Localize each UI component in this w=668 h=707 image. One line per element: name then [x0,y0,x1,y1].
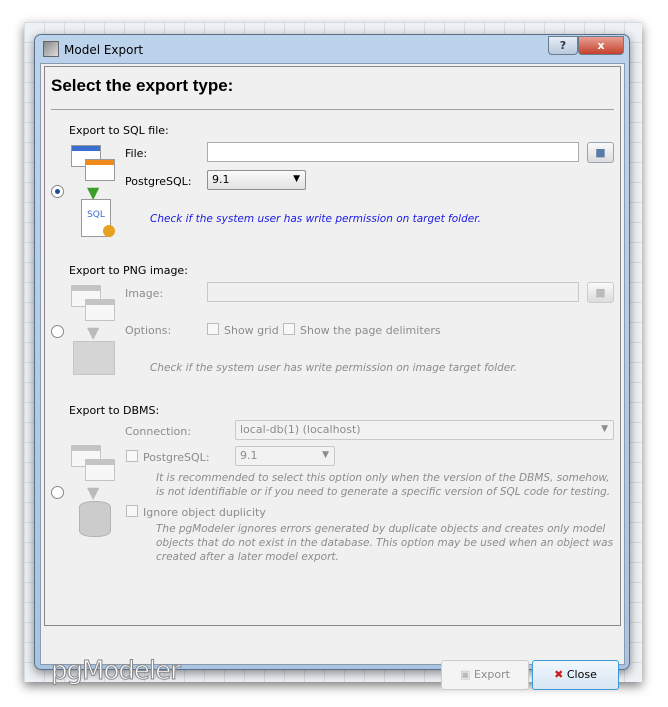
connection-value: local-db(1) (localhost) [240,423,361,436]
folder-icon: ■ [595,146,606,159]
dbms-pg-hint: It is recommended to select this option … [156,472,611,498]
help-button[interactable]: ? [548,36,578,55]
model-export-dialog: Model Export ? x Select the export type:… [34,34,630,690]
browse-file-button[interactable]: ■ [587,142,614,163]
png-section-title: Export to PNG image: [69,264,188,277]
export-button[interactable]: ▣ Export [441,660,529,690]
browse-image-button[interactable]: ■ [587,282,614,303]
connection-select[interactable]: local-db(1) (localhost) ▼ [235,420,614,440]
chevron-down-icon: ▼ [601,424,608,434]
close-window-button[interactable]: x [578,36,624,55]
show-delimiters-label: Show the page delimiters [300,324,441,337]
export-icon: ▣ [460,668,471,681]
sql-section-title: Export to SQL file: [69,124,169,137]
pg-version-value: 9.1 [212,173,230,186]
pg-version-select[interactable]: 9.1 ▼ [207,170,306,190]
dbms-export-icon: ▼ [71,445,119,543]
chevron-down-icon: ▼ [293,174,300,184]
options-label: Options: [125,324,172,337]
ignore-duplicity-hint: The pgModeler ignores errors generated b… [156,523,614,563]
dialog-body: Select the export type: Export to SQL fi… [40,63,625,690]
folder-icon: ■ [595,286,606,299]
page-title: Select the export type: [51,76,234,95]
dbms-pg-version-select[interactable]: 9.1 ▼ [235,446,335,466]
file-label: File: [125,147,148,160]
png-export-icon: ▼ [71,285,119,383]
sql-hint: Check if the system user has write permi… [150,213,481,225]
show-delimiters-checkbox[interactable] [283,323,295,335]
dbms-section-title: Export to DBMS: [69,404,160,417]
dbms-radio[interactable] [51,486,64,499]
show-grid-label: Show grid [224,324,279,337]
sql-radio[interactable] [51,185,64,198]
ignore-duplicity-label: Ignore object duplicity [143,506,266,519]
close-button[interactable]: ✖ Close [532,660,619,690]
close-label: Close [566,668,597,681]
pg-version-label: PostgreSQL: [125,175,192,188]
chevron-down-icon: ▼ [322,450,329,460]
pgmodeler-logo: pgModeler [51,656,182,687]
png-radio[interactable] [51,325,64,338]
dbms-pg-version-value: 9.1 [240,449,258,462]
sql-export-icon: ▼ SQL [71,145,119,243]
app-icon [43,41,59,57]
close-x-icon: ✖ [554,668,564,681]
divider [51,109,614,110]
image-label: Image: [125,287,164,300]
png-hint: Check if the system user has write permi… [150,362,517,374]
export-label: Export [473,668,510,681]
dbms-pg-version-label: PostgreSQL: [143,451,210,464]
show-grid-checkbox[interactable] [207,323,219,335]
ignore-duplicity-checkbox[interactable] [126,505,138,517]
export-panel: Select the export type: Export to SQL fi… [44,66,621,626]
dbms-pg-version-checkbox[interactable] [126,450,138,462]
connection-label: Connection: [125,425,191,438]
file-input[interactable] [207,142,579,162]
window-title: Model Export [64,43,144,57]
image-input[interactable] [207,282,579,302]
